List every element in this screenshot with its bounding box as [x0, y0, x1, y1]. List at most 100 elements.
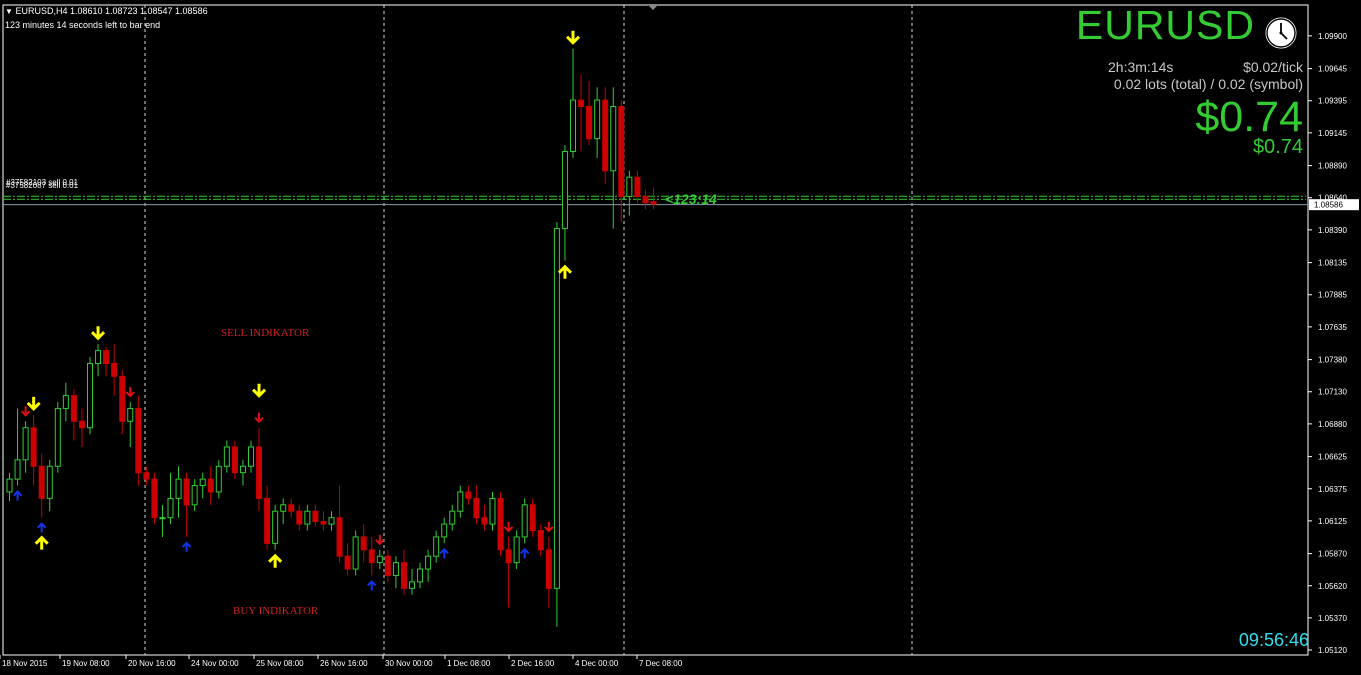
sell-signal-arrow: [125, 387, 135, 398]
sell-signal-arrow: [544, 521, 554, 533]
buy-signal-arrow: [181, 541, 192, 552]
time-tick-label: 30 Nov 00:00: [385, 659, 433, 668]
time-tick-label: 4 Dec 00:00: [575, 659, 619, 668]
candle-body: [14, 459, 21, 480]
panel-tick-value: $0.02/tick: [1243, 59, 1303, 75]
sell-signal-arrow: [251, 383, 267, 398]
price-tick-label: 1.06375: [1318, 485, 1347, 494]
candle-body: [610, 106, 617, 172]
candle-body: [489, 497, 496, 525]
price-chart[interactable]: 1.099001.096451.093951.091451.088901.086…: [0, 0, 1361, 675]
candle-body: [545, 549, 552, 589]
candle-body: [280, 504, 287, 512]
time-axis[interactable]: 18 Nov 2015 19 Nov 08:00 20 Nov 16:00 24 No…: [0, 655, 683, 668]
price-tick-label: 1.06625: [1318, 453, 1347, 462]
time-tick-label: 24 Nov 00:00: [191, 659, 239, 668]
time-tick-label: 25 Nov 08:00: [256, 659, 304, 668]
sell-signal-arrow: [503, 521, 514, 533]
candle-body: [256, 446, 263, 499]
buy-signal-arrow: [268, 553, 283, 568]
buy-signal-arrow: [367, 580, 377, 591]
candle-body: [312, 510, 319, 523]
buy-signal-arrow: [557, 264, 573, 279]
candle-body: [159, 517, 166, 520]
candle-body: [127, 407, 134, 422]
candle-body: [38, 465, 45, 499]
panel-lots: 0.02 lots (total) / 0.02 (symbol): [1113, 76, 1303, 92]
candle-body: [22, 427, 29, 461]
buy-indicator-label: BUY INDIKATOR: [233, 605, 319, 617]
candle-body: [457, 491, 464, 512]
candle-body: [481, 517, 488, 525]
buy-signal-arrow: [439, 547, 449, 559]
candle-body: [191, 485, 198, 506]
candle-body: [54, 407, 61, 467]
price-tick-label: 1.09900: [1318, 32, 1347, 41]
time-tick-label: 19 Nov 08:00: [62, 659, 110, 668]
order-label[interactable]: #37582087 sell 0.01: [6, 181, 78, 190]
price-axis[interactable]: 1.099001.096451.093951.091451.088901.086…: [1308, 32, 1347, 655]
candle-body: [207, 478, 214, 493]
candle-body: [6, 478, 13, 493]
sell-signal-arrow: [565, 30, 581, 45]
candle-body: [449, 510, 456, 525]
candle-body: [553, 228, 560, 589]
candle-body: [360, 536, 367, 551]
current-price-label: 1.08586: [1309, 199, 1359, 211]
price-tick-label: 1.08390: [1318, 226, 1347, 235]
candle-body: [344, 555, 351, 570]
candle-body: [392, 562, 399, 576]
candle-body: [441, 523, 448, 538]
panel-profit-total: $0.74: [1195, 93, 1303, 141]
candle-body: [602, 99, 609, 172]
candle-body: [586, 106, 593, 140]
candle-body: [578, 99, 585, 108]
candle-body: [231, 446, 238, 474]
sell-signal-arrow: [375, 534, 385, 546]
candle-body: [618, 106, 625, 197]
candle-body: [78, 420, 85, 429]
time-tick-label: 26 Nov 16:00: [320, 659, 368, 668]
candle-body: [183, 478, 190, 506]
candle-body: [143, 472, 150, 480]
sell-signal-arrow: [20, 406, 31, 417]
chart-menu-icon[interactable]: ▼: [5, 7, 13, 16]
panel-countdown: 2h:3m:14s: [1108, 59, 1174, 75]
candle-body: [215, 465, 222, 493]
chart-shift-marker[interactable]: [648, 5, 658, 10]
candle-body: [248, 446, 254, 467]
buy-signal-arrow: [34, 535, 49, 550]
candle-body: [473, 497, 480, 519]
sell-indicator-label: SELL INDIKATOR: [221, 327, 310, 339]
price-tick-label: 1.08135: [1318, 259, 1347, 268]
candles: [6, 48, 657, 627]
candle-body: [433, 536, 440, 557]
sell-signal-arrow: [26, 396, 41, 411]
buy-signal-arrow: [12, 490, 23, 501]
price-tick-label: 1.07885: [1318, 291, 1347, 300]
candle-body: [465, 491, 472, 499]
time-tick-label: 18 Nov 2015: [2, 659, 48, 668]
candle-body: [409, 581, 415, 589]
price-tick-label: 1.07635: [1318, 323, 1347, 332]
bar-countdown-text: 123 minutes 14 seconds left to bar end: [5, 20, 161, 30]
candle-body: [95, 350, 102, 364]
price-tick-label: 1.05620: [1318, 582, 1347, 591]
candle-body: [529, 504, 536, 532]
candle-body: [272, 510, 279, 544]
candle-body: [561, 150, 568, 230]
panel-profit-symbol: $0.74: [1252, 136, 1303, 158]
price-tick-label: 1.05870: [1318, 550, 1347, 559]
candle-body: [296, 510, 303, 525]
chart-frame: [2, 4, 1309, 656]
candle-body: [119, 375, 126, 422]
candle-body: [505, 549, 512, 564]
candle-body: [642, 195, 649, 204]
candle-body: [626, 176, 633, 197]
candle-body: [521, 504, 528, 538]
buy-signal-arrow: [36, 522, 47, 533]
order-lines: [3, 195, 1306, 200]
time-tick-label: 20 Nov 16:00: [128, 659, 176, 668]
price-tick-label: 1.09145: [1318, 129, 1347, 138]
candle-body: [111, 362, 118, 377]
